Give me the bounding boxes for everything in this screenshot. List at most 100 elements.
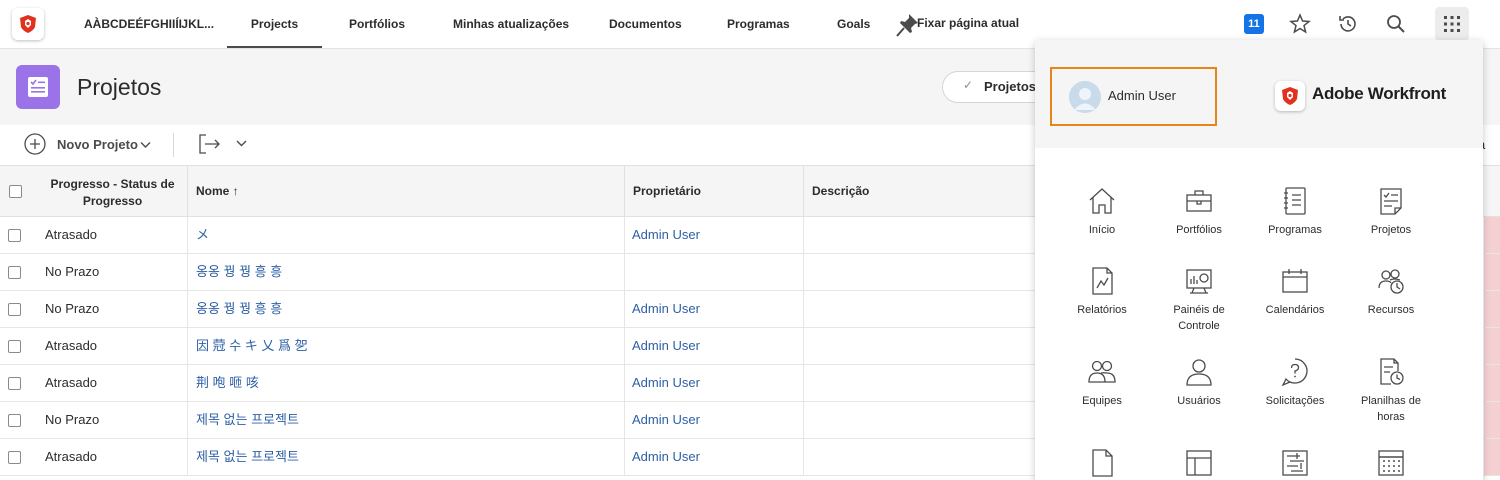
column-header-name[interactable]: Nome ↑: [187, 166, 624, 216]
menu-item-users[interactable]: Usuários: [1154, 357, 1244, 409]
nav-tab-portfolios[interactable]: Portfólios: [349, 0, 405, 48]
notification-badge[interactable]: 11: [1244, 14, 1264, 34]
overdue-indicator: [1484, 217, 1500, 253]
select-all-checkbox[interactable]: [9, 185, 22, 198]
project-name-link[interactable]: 제목 없는 프로젝트: [196, 402, 299, 438]
menu-item-programs[interactable]: Programas: [1250, 186, 1340, 238]
user-profile-button[interactable]: Admin User: [1050, 67, 1217, 126]
table-icon: [1378, 450, 1404, 476]
menu-item-calendars[interactable]: Calendários: [1250, 266, 1340, 318]
checklist-icon: [28, 77, 48, 97]
project-name-link[interactable]: 옹옹 꿩 꿩 흥 흥: [196, 291, 282, 327]
menu-item-label: Programas: [1268, 224, 1322, 236]
progress-status-cell: Atrasado: [45, 375, 98, 390]
overdue-indicator: [1484, 365, 1500, 401]
menu-item-teams[interactable]: Equipes: [1057, 357, 1147, 409]
main-menu-header: Admin User Adobe Workfront: [1035, 40, 1483, 148]
menu-item-requests[interactable]: Solicitações: [1250, 357, 1340, 409]
user-avatar-icon: [1069, 81, 1101, 113]
column-header-description[interactable]: Descrição: [803, 166, 1035, 216]
resources-icon: [1378, 269, 1404, 294]
overdue-indicator: [1484, 439, 1500, 475]
overdue-indicator: [1484, 328, 1500, 364]
progress-status-cell: No Prazo: [45, 412, 100, 427]
menu-item-label: Calendários: [1265, 304, 1325, 316]
row-checkbox[interactable]: [8, 451, 21, 464]
menu-item-projects[interactable]: Projetos: [1346, 186, 1436, 238]
adobe-workfront-logo: [1275, 81, 1305, 111]
project-name-link[interactable]: メ: [196, 217, 209, 253]
timesheet-icon: [1380, 358, 1404, 385]
menu-item-reports[interactable]: Relatórios: [1057, 266, 1147, 318]
menu-item-portfolios[interactable]: Portfólios: [1154, 186, 1244, 238]
report-icon: [1092, 267, 1113, 295]
nav-tab-projects[interactable]: Projects: [227, 0, 322, 48]
export-button[interactable]: [198, 133, 254, 157]
owner-link[interactable]: Admin User: [632, 328, 700, 364]
add-circle-icon: [24, 133, 46, 155]
owner-link[interactable]: Admin User: [632, 217, 700, 253]
history-icon[interactable]: [1337, 13, 1359, 35]
workfront-projects-page: AÀBCDEÉFGHIIÍĲKL... Projects Portfólios …: [0, 0, 1500, 480]
owner-link[interactable]: Admin User: [632, 439, 700, 475]
nav-tab-programs[interactable]: Programas: [727, 0, 790, 48]
row-checkbox[interactable]: [8, 229, 21, 242]
view-selector-label: Projetos: [984, 79, 1037, 94]
menu-item-scenario[interactable]: [1250, 448, 1340, 480]
column-header-owner[interactable]: Proprietário: [624, 166, 803, 216]
overdue-indicator: [1484, 291, 1500, 327]
row-checkbox[interactable]: [8, 266, 21, 279]
user-icon: [1186, 359, 1212, 386]
menu-item-table[interactable]: [1346, 448, 1436, 480]
menu-item-label: Painéis de Controle: [1173, 304, 1225, 332]
brand-name: Adobe Workfront: [1312, 84, 1447, 103]
menu-item-layout-templates[interactable]: [1154, 448, 1244, 480]
notebook-icon: [1284, 187, 1306, 215]
overdue-indicator: [1484, 402, 1500, 438]
menu-item-label: Equipes: [1082, 395, 1122, 407]
owner-link[interactable]: Admin User: [632, 291, 700, 327]
teams-icon: [1088, 360, 1116, 383]
workfront-logo-icon: [20, 15, 36, 33]
nav-tab-my-updates[interactable]: Minhas atualizações: [453, 0, 569, 48]
briefcase-icon: [1186, 190, 1212, 212]
nav-brand-short[interactable]: AÀBCDEÉFGHIIÍĲKL...: [84, 0, 214, 48]
export-icon: [199, 134, 247, 154]
project-name-link[interactable]: 因 蒄 수 キ 乂 爲 乫: [196, 328, 308, 364]
workfront-logo-button[interactable]: [12, 8, 44, 40]
toolbar-divider: [173, 133, 174, 157]
search-icon[interactable]: [1385, 13, 1407, 35]
check-icon: ✓: [963, 78, 974, 92]
calendar-icon: [1282, 269, 1308, 293]
owner-link[interactable]: Admin User: [632, 365, 700, 401]
document-icon: [1092, 449, 1113, 477]
row-checkbox[interactable]: [8, 377, 21, 390]
chevron-down-icon: [140, 142, 151, 148]
progress-status-cell: No Prazo: [45, 301, 100, 316]
row-checkbox[interactable]: [8, 340, 21, 353]
menu-item-documents[interactable]: [1057, 448, 1147, 480]
request-icon: [1281, 358, 1308, 387]
project-name-link[interactable]: 荆 咆 咂 咳: [196, 365, 259, 401]
row-checkbox[interactable]: [8, 414, 21, 427]
menu-item-home[interactable]: Início: [1057, 186, 1147, 238]
nav-tab-goals[interactable]: Goals: [837, 0, 870, 48]
menu-item-dashboards[interactable]: Painéis de Controle: [1154, 266, 1244, 334]
projects-page-icon: [16, 65, 60, 109]
menu-item-label: Portfólios: [1176, 224, 1222, 236]
owner-link[interactable]: Admin User: [632, 402, 700, 438]
new-project-label: Novo Projeto: [57, 137, 138, 152]
menu-item-timesheets[interactable]: Planilhas de horas: [1346, 357, 1436, 425]
star-icon[interactable]: [1289, 13, 1311, 35]
project-name-link[interactable]: 제목 없는 프로젝트: [196, 439, 299, 475]
menu-item-label: Projetos: [1370, 224, 1412, 236]
project-name-link[interactable]: 옹옹 꿩 꿩 흥 흥: [196, 254, 282, 290]
column-header-progress-status[interactable]: Progresso - Status de Progresso: [38, 166, 187, 216]
menu-item-label: Relatórios: [1077, 304, 1127, 316]
row-checkbox[interactable]: [8, 303, 21, 316]
menu-item-resources[interactable]: Recursos: [1346, 266, 1436, 318]
progress-status-cell: Atrasado: [45, 449, 98, 464]
nav-tab-documents[interactable]: Documentos: [609, 0, 682, 48]
page-title: Projetos: [77, 74, 162, 100]
apps-menu-button[interactable]: [1435, 7, 1469, 41]
